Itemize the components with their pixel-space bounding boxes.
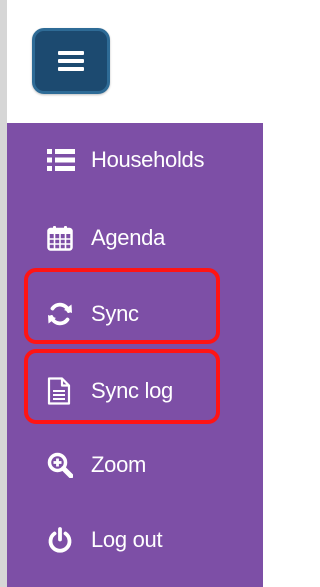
- highlight-sync: [24, 268, 220, 344]
- menu-item-agenda[interactable]: Agenda: [47, 221, 165, 255]
- menu-item-label: Zoom: [91, 452, 147, 477]
- hamburger-icon: [58, 50, 84, 72]
- menu-item-label: Households: [91, 147, 205, 172]
- menu-item-label: Log out: [91, 527, 163, 552]
- power-icon: [47, 526, 77, 554]
- highlight-sync-log: [24, 349, 220, 424]
- side-menu: Households Agenda Sync Sync log Zoom Log…: [7, 123, 263, 587]
- menu-item-households[interactable]: Households: [47, 143, 205, 177]
- zoom-in-icon: [47, 451, 77, 479]
- calendar-icon: [47, 224, 77, 252]
- list-icon: [47, 146, 77, 174]
- left-edge: [0, 0, 7, 587]
- menu-item-zoom[interactable]: Zoom: [47, 448, 146, 482]
- menu-toggle-button[interactable]: [32, 28, 110, 94]
- menu-item-label: Agenda: [91, 225, 166, 250]
- menu-item-log-out[interactable]: Log out: [47, 523, 163, 557]
